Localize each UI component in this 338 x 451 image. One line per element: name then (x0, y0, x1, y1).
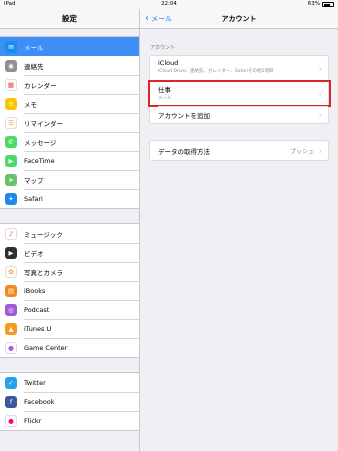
sidebar-item-label: メッセージ (24, 138, 57, 147)
sidebar-item-contacts[interactable]: ◉ 連絡先 (0, 56, 139, 75)
clock: 22:04 (161, 1, 177, 7)
notes-icon: ≡ (5, 97, 17, 110)
accounts-navbar: ‹ メール アカウント (140, 9, 338, 29)
sidebar-item-podcast[interactable]: ◎ Podcast (0, 300, 139, 319)
maps-icon: ➤ (5, 173, 17, 186)
sidebar-item-safari[interactable]: ✦ Safari (0, 189, 139, 208)
settings-group: ✉ メール ◉ 連絡先 ▦ カレンダー ≡ メモ ☰ リマインダー ✆ メッセージ ▶ FaceTime ➤… (0, 36, 139, 209)
music-icon: ♪ (5, 227, 17, 240)
add-account-label: アカウントを追加 (158, 112, 210, 120)
page-title: アカウント (221, 15, 257, 23)
sidebar-item-label: ミュージック (24, 230, 63, 239)
podcast-icon: ◎ (5, 303, 17, 316)
sidebar-item-maps[interactable]: ➤ マップ (0, 170, 139, 189)
sidebar-item-label: Game Center (24, 343, 68, 352)
sidebar-item-label: FaceTime (24, 156, 55, 165)
accounts-pane: ‹ メール アカウント アカウント iCloud iCloud Drive、連絡… (140, 9, 338, 451)
sidebar-item-label: iTunes U (24, 324, 52, 333)
sidebar-item-notes[interactable]: ≡ メモ (0, 94, 139, 113)
account-row-work[interactable]: 仕事 メール › (148, 80, 331, 107)
sidebar-item-label: 写真とカメラ (24, 268, 63, 277)
add-account-row[interactable]: アカウントを追加 › (150, 106, 328, 123)
fetch-new-data-row[interactable]: データの取得方法 プッシュ › (150, 141, 328, 160)
sidebar-item-itunes-u[interactable]: ▲ iTunes U (0, 319, 139, 338)
mail-icon: ✉ (5, 40, 17, 53)
sidebar-item-label: 連絡先 (24, 62, 44, 71)
battery-indicator: 63% (308, 0, 334, 9)
ibooks-icon: ▤ (5, 284, 17, 297)
game-center-icon: ● (5, 341, 17, 354)
account-row-icloud[interactable]: iCloud iCloud Drive、連絡先、カレンダー、Safariその他5… (150, 56, 328, 81)
battery-icon (322, 2, 334, 7)
facebook-icon: f (5, 395, 17, 408)
sidebar-item-ibooks[interactable]: ▤ iBooks (0, 281, 139, 300)
settings-title: 設定 (0, 9, 139, 29)
settings-groups: ✉ メール ◉ 連絡先 ▦ カレンダー ≡ メモ ☰ リマインダー ✆ メッセージ ▶ FaceTime ➤… (0, 29, 139, 431)
chevron-right-icon: › (318, 89, 322, 98)
photos-icon: ✿ (5, 265, 17, 278)
facetime-icon: ▶ (5, 154, 17, 167)
sidebar-item-label: リマインダー (24, 119, 63, 128)
sidebar-item-calendar[interactable]: ▦ カレンダー (0, 75, 139, 94)
sidebar-item-label: ビデオ (24, 249, 44, 258)
battery-percent: 63% (307, 1, 320, 7)
sidebar-item-label: メール (24, 43, 44, 52)
fetch-value: プッシュ (289, 148, 314, 155)
chevron-right-icon: › (318, 146, 322, 155)
sidebar-item-twitter[interactable]: ✓ Twitter (0, 373, 139, 392)
twitter-icon: ✓ (5, 376, 17, 389)
sidebar-item-videos[interactable]: ▶ ビデオ (0, 243, 139, 262)
flickr-icon: ● (5, 414, 17, 427)
account-title: iCloud (158, 59, 179, 67)
sidebar-item-label: Twitter (24, 378, 46, 387)
sidebar-item-flickr[interactable]: ● Flickr (0, 411, 139, 430)
sidebar-item-facetime[interactable]: ▶ FaceTime (0, 151, 139, 170)
calendar-icon: ▦ (5, 78, 17, 91)
sidebar-item-label: Facebook (24, 397, 55, 406)
highlight-box (148, 80, 331, 107)
settings-sidebar: 設定 ✉ メール ◉ 連絡先 ▦ カレンダー ≡ メモ ☰ リマインダー ✆ メッセージ ▶ FaceTi… (0, 9, 140, 451)
sidebar-item-label: マップ (24, 176, 44, 185)
section-header-accounts: アカウント (150, 45, 176, 51)
videos-icon: ▶ (5, 246, 17, 259)
sidebar-item-messages[interactable]: ✆ メッセージ (0, 132, 139, 151)
sidebar-item-label: カレンダー (24, 81, 57, 90)
sidebar-item-label: Safari (24, 194, 43, 203)
account-subtitle: iCloud Drive、連絡先、カレンダー、Safariその他5項目 (158, 69, 274, 74)
messages-icon: ✆ (5, 135, 17, 148)
fetch-settings: データの取得方法 プッシュ › (149, 140, 329, 161)
reminders-icon: ☰ (5, 116, 17, 129)
contacts-icon: ◉ (5, 59, 17, 72)
sidebar-item-label: Podcast (24, 305, 50, 314)
sidebar-item-music[interactable]: ♪ ミュージック (0, 224, 139, 243)
sidebar-item-reminders[interactable]: ☰ リマインダー (0, 113, 139, 132)
settings-group: ♪ ミュージック ▶ ビデオ ✿ 写真とカメラ ▤ iBooks ◎ Podcast ▲ iTunes… (0, 223, 139, 358)
sidebar-item-label: メモ (24, 100, 37, 109)
sidebar-item-game-center[interactable]: ● Game Center (0, 338, 139, 357)
sidebar-item-label: Flickr (24, 416, 42, 425)
sidebar-item-mail[interactable]: ✉ メール (0, 37, 139, 56)
accounts-list: iCloud iCloud Drive、連絡先、カレンダー、Safariその他5… (148, 55, 331, 124)
chevron-right-icon: › (318, 64, 322, 73)
itunes-u-icon: ▲ (5, 322, 17, 335)
safari-icon: ✦ (5, 192, 17, 205)
sidebar-item-photos[interactable]: ✿ 写真とカメラ (0, 262, 139, 281)
status-bar: iPad 22:04 63% (0, 0, 338, 9)
sidebar-item-facebook[interactable]: f Facebook (0, 392, 139, 411)
chevron-right-icon: › (318, 110, 322, 119)
sidebar-item-label: iBooks (24, 286, 46, 295)
settings-group: ✓ Twitter f Facebook ● Flickr (0, 372, 139, 431)
